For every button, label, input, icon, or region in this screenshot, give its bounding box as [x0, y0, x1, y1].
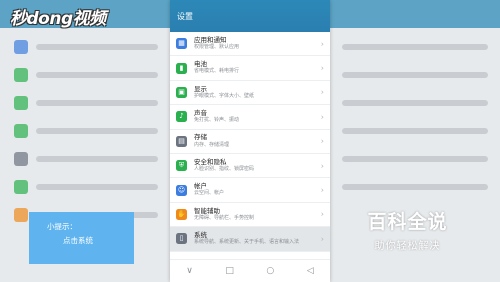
settings-item-sound[interactable]: ♪ 声音 免打扰、铃声、振动 › — [170, 105, 330, 130]
home-square-icon[interactable]: □ — [225, 266, 234, 276]
settings-item-security[interactable]: ⛨ 安全和隐私 人脸识别、指纹、锁屏密码 › — [170, 154, 330, 179]
baike-title: 百科全说 — [367, 211, 448, 233]
battery-icon: ▮ — [176, 62, 187, 74]
chevron-right-icon: › — [320, 112, 324, 122]
back-triangle-icon[interactable]: ◁ — [307, 266, 314, 276]
settings-item-title: 智能辅助 — [194, 206, 220, 215]
settings-item-subtitle: 无障碍、导航栏、手势控制 — [194, 214, 255, 221]
settings-item-title: 安全和隐私 — [194, 157, 227, 166]
recent-circle-icon[interactable]: ○ — [266, 266, 274, 276]
sound-icon: ♪ — [176, 111, 187, 123]
baike-logo: 百科全说 助你轻松解决 — [350, 207, 465, 252]
back-down-icon[interactable]: ∨ — [186, 266, 193, 276]
account-icon: ☺ — [176, 184, 187, 196]
chevron-right-icon: › — [320, 39, 324, 49]
settings-item-title: 应用和通知 — [194, 35, 227, 44]
system-icon: ▯ — [176, 233, 187, 245]
settings-item-battery[interactable]: ▮ 电池 省电模式、耗电排行 › — [170, 56, 330, 81]
page-title: 设置 — [177, 11, 193, 21]
security-icon: ⛨ — [176, 160, 187, 172]
navigation-bar: ∨ □ ○ ◁ — [170, 259, 330, 282]
settings-item-subtitle: 内存、存储清理 — [194, 141, 230, 148]
storage-icon: ▤ — [176, 135, 187, 147]
chevron-right-icon: › — [320, 209, 324, 219]
settings-title-bar: 设置 — [170, 0, 330, 32]
apps-icon: ▦ — [176, 38, 187, 50]
chevron-right-icon: › — [320, 63, 324, 73]
settings-item-subtitle: 系统导航、系统更新、关于手机、语言和输入法 — [194, 239, 300, 246]
settings-item-storage[interactable]: ▤ 存储 内存、存储清理 › — [170, 130, 330, 154]
tip-box: 小提示： 点击系统 — [29, 212, 134, 264]
settings-item-subtitle: 人脸识别、指纹、锁屏密码 — [194, 165, 255, 172]
tip-text: 点击系统 — [63, 235, 93, 245]
chevron-right-icon: › — [320, 161, 324, 171]
settings-item-display[interactable]: ▣ 显示 护眼模式、字体大小、壁纸 › — [170, 81, 330, 106]
video-logo: 秒dong视频 — [10, 9, 106, 29]
baike-subtitle: 助你轻松解决 — [374, 241, 441, 252]
chevron-right-icon: › — [320, 136, 324, 146]
settings-item-subtitle: 省电模式、耗电排行 — [194, 68, 240, 75]
settings-item-subtitle: 权限管理、默认应用 — [194, 44, 240, 51]
settings-item-title: 存储 — [194, 133, 207, 142]
settings-item-account[interactable]: ☺ 帐户 云空间、帐户 › — [170, 178, 330, 203]
assist-icon: ✋ — [176, 208, 187, 220]
chevron-right-icon: › — [320, 185, 324, 195]
display-icon: ▣ — [176, 86, 187, 98]
chevron-right-icon: › — [320, 87, 324, 97]
settings-item-system[interactable]: ▯ 系统 系统导航、系统更新、关于手机、语言和输入法 › — [170, 227, 330, 252]
settings-item-smart-assist[interactable]: ✋ 智能辅助 无障碍、导航栏、手势控制 › — [170, 203, 330, 228]
settings-item-apps[interactable]: ▦ 应用和通知 权限管理、默认应用 › — [170, 32, 330, 57]
settings-item-subtitle: 免打扰、铃声、振动 — [194, 117, 240, 124]
settings-list: ▦ 应用和通知 权限管理、默认应用 › ▮ 电池 省电模式、耗电排行 › ▣ 显… — [170, 32, 330, 252]
chevron-right-icon: › — [320, 234, 324, 244]
video-frame: 秒dong视频 设置 ▦ 应用和通知 权限管理、默认应用 › ▮ 电池 省电模式… — [0, 0, 500, 282]
phone-screen: 设置 ▦ 应用和通知 权限管理、默认应用 › ▮ 电池 省电模式、耗电排行 › — [170, 0, 330, 282]
tip-heading: 小提示： — [47, 222, 77, 231]
settings-item-title: 显示 — [194, 84, 207, 93]
settings-item-subtitle: 云空间、帐户 — [194, 190, 225, 197]
settings-item-subtitle: 护眼模式、字体大小、壁纸 — [194, 92, 255, 99]
